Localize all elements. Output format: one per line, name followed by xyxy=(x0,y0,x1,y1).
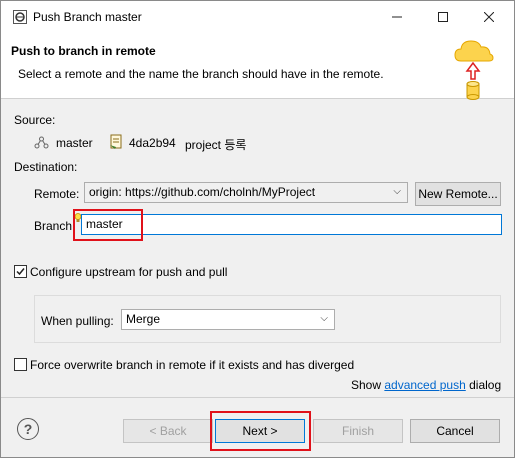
footer-separator xyxy=(1,397,514,398)
force-overwrite-label: Force overwrite branch in remote if it e… xyxy=(30,358,355,372)
help-icon: ? xyxy=(23,421,33,437)
push-to-cloud-icon xyxy=(454,40,494,100)
destination-label: Destination: xyxy=(14,160,78,174)
branch-input[interactable]: master xyxy=(81,214,502,235)
header-description: Select a remote and the name the branch … xyxy=(18,67,384,81)
remote-select[interactable]: origin: https://github.com/cholnh/MyProj… xyxy=(84,182,408,203)
when-pulling-select[interactable]: Merge ⌵ xyxy=(121,309,335,330)
when-pulling-label: When pulling: xyxy=(41,314,114,328)
window-title: Push Branch master xyxy=(33,10,142,24)
configure-upstream-checkbox[interactable] xyxy=(14,265,27,278)
maximize-icon xyxy=(438,12,448,22)
maximize-button[interactable] xyxy=(420,1,466,33)
minimize-icon xyxy=(392,16,402,18)
finish-button[interactable]: Finish xyxy=(313,419,403,443)
title-bar: Push Branch master xyxy=(1,1,514,33)
source-label: Source: xyxy=(14,113,56,127)
advanced-push-text: Show advanced push dialog xyxy=(351,378,501,392)
chevron-down-icon: ⌵ xyxy=(320,313,328,324)
help-button[interactable]: ? xyxy=(17,418,39,440)
when-pulling-value: Merge xyxy=(126,312,161,326)
new-remote-button[interactable]: New Remote... xyxy=(415,182,501,206)
configure-upstream-label: Configure upstream for push and pull xyxy=(30,265,228,279)
highlight-next-button xyxy=(210,411,311,451)
source-branch: master xyxy=(56,136,93,150)
chevron-down-icon: ⌵ xyxy=(393,186,401,197)
eclipse-app-icon xyxy=(13,10,27,24)
branch-icon xyxy=(34,136,49,149)
close-icon xyxy=(484,12,494,22)
dialog-header: Push to branch in remote Select a remote… xyxy=(1,33,514,100)
branch-label: Branch: xyxy=(34,219,76,233)
advanced-prefix: Show xyxy=(351,378,385,392)
back-button[interactable]: < Back xyxy=(123,419,213,443)
highlight-branch-input xyxy=(73,209,143,241)
close-button[interactable] xyxy=(466,1,512,33)
push-branch-dialog: Push Branch master Push to branch in rem… xyxy=(0,0,515,458)
source-commit-message: project 등록 xyxy=(185,138,247,152)
remote-select-value: origin: https://github.com/cholnh/MyProj… xyxy=(89,185,316,199)
upstream-options-group: When pulling: Merge ⌵ xyxy=(34,295,501,343)
header-title: Push to branch in remote xyxy=(11,44,156,58)
checkmark-icon xyxy=(16,268,25,276)
source-commit-id: 4da2b94 xyxy=(129,136,176,150)
advanced-push-link[interactable]: advanced push xyxy=(384,378,465,392)
advanced-suffix: dialog xyxy=(465,378,502,392)
remote-label: Remote: xyxy=(34,187,80,201)
force-overwrite-checkbox[interactable] xyxy=(14,358,27,371)
cancel-button[interactable]: Cancel xyxy=(410,419,500,443)
minimize-button[interactable] xyxy=(374,1,420,33)
commit-icon xyxy=(110,134,122,149)
